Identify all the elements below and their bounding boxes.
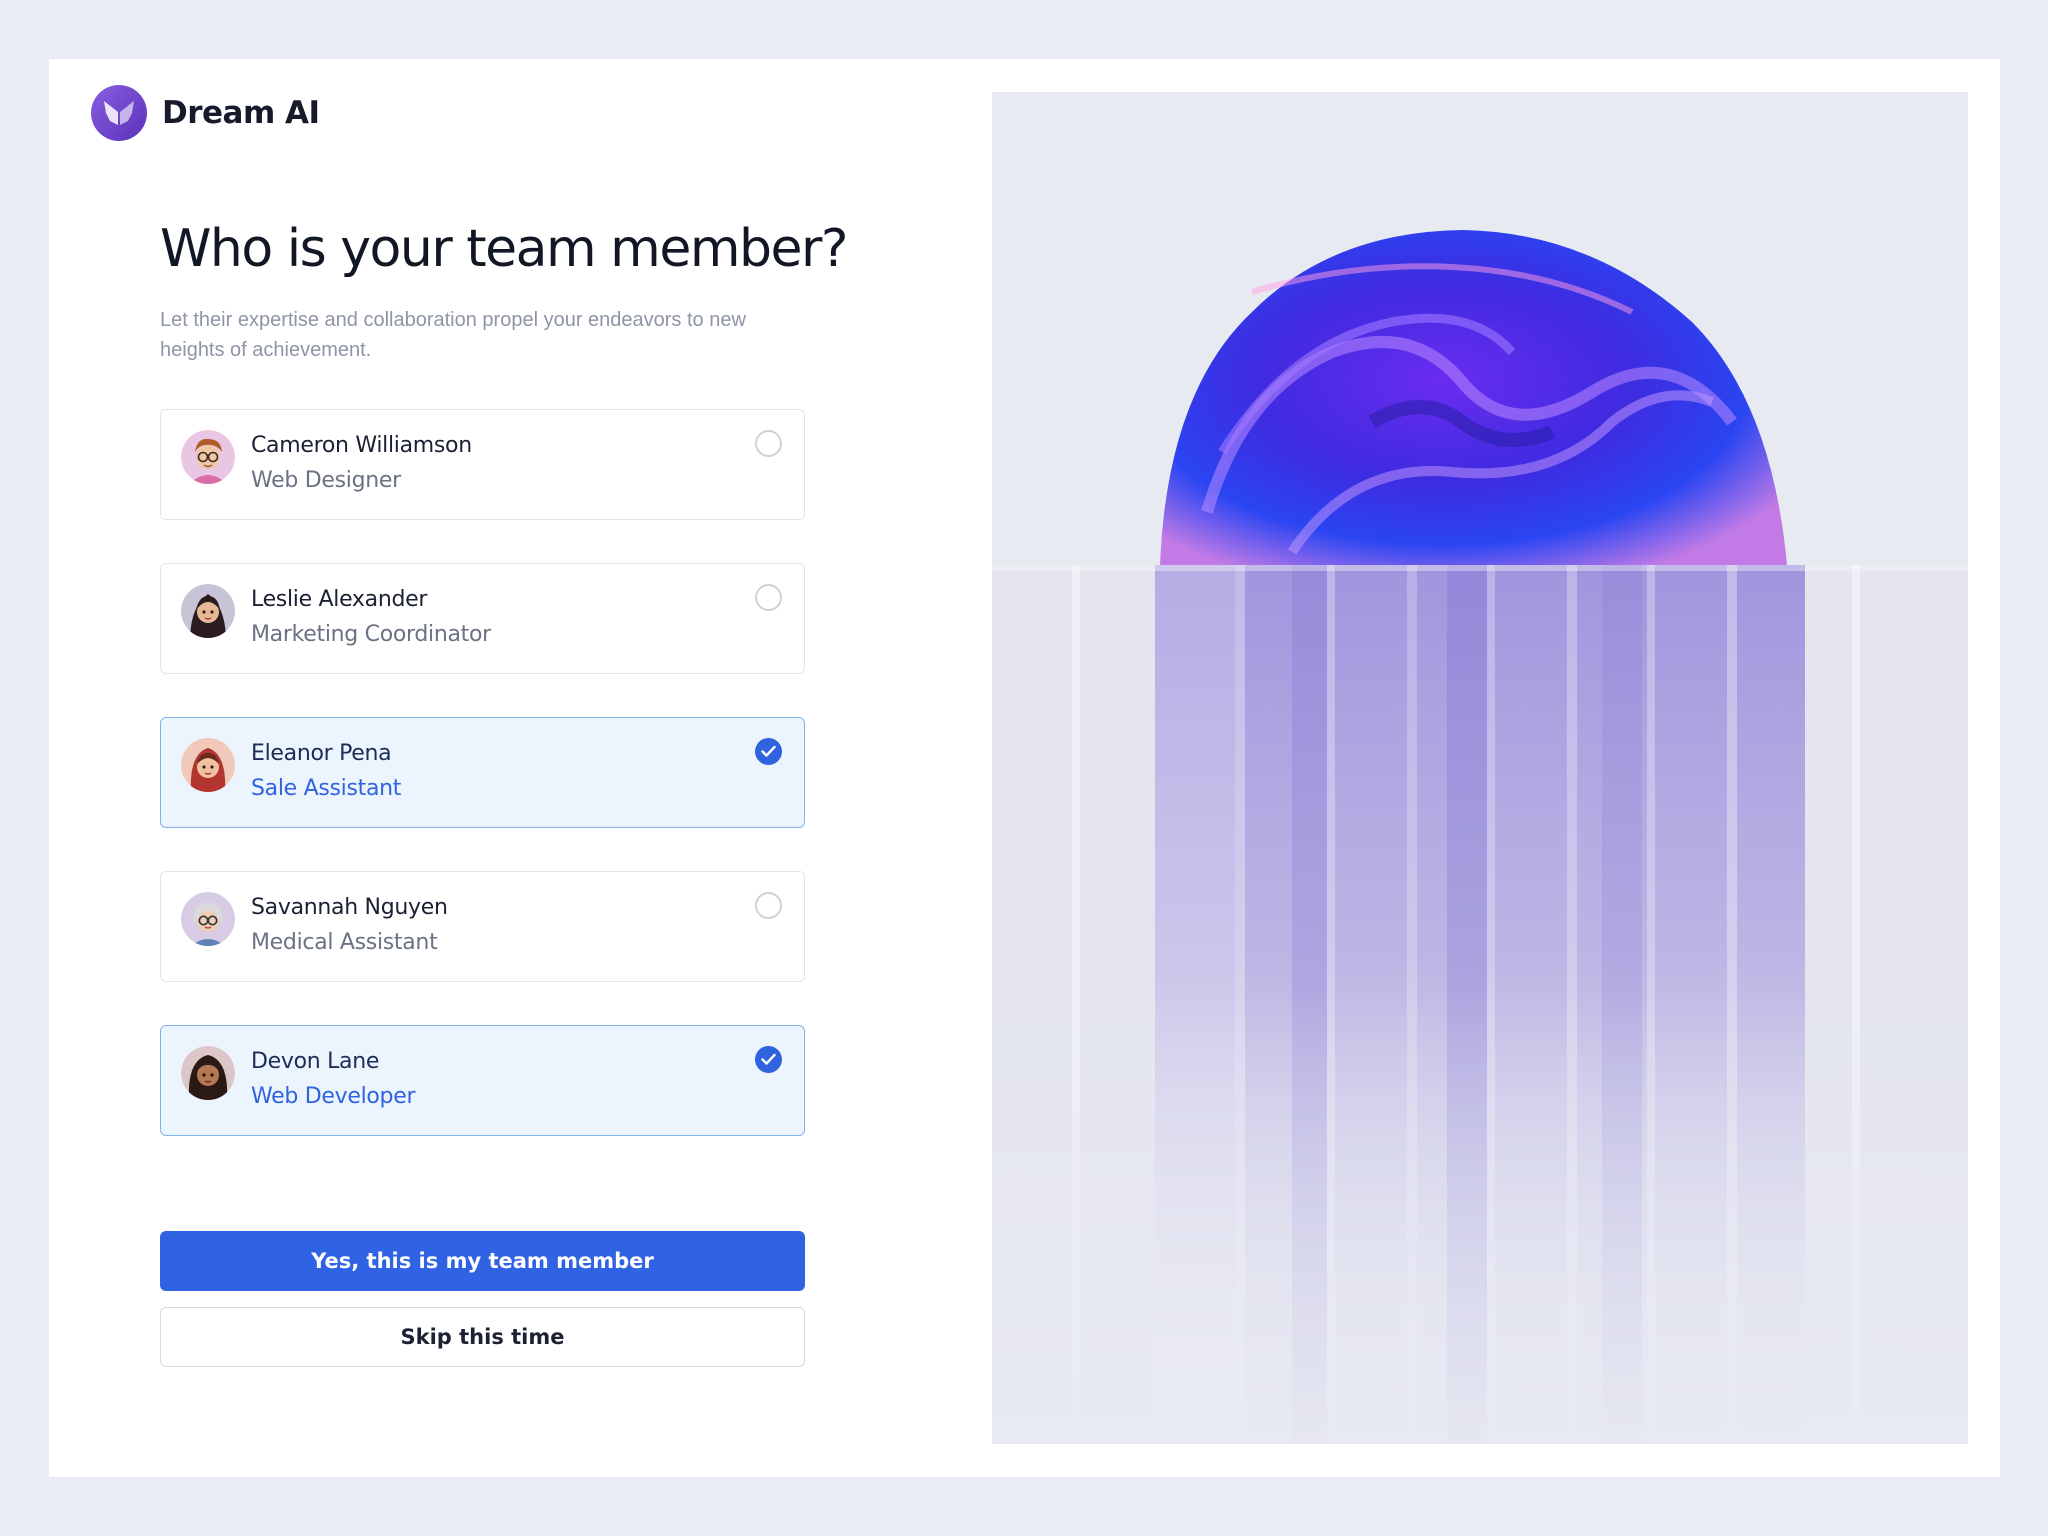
member-option-cameron-williamson[interactable]: Cameron Williamson Web Designer xyxy=(160,409,805,520)
member-role: Medical Assistant xyxy=(251,930,438,955)
radio-button[interactable] xyxy=(755,584,782,611)
brand-name: Dream AI xyxy=(162,95,320,131)
member-option-devon-lane[interactable]: Devon Lane Web Developer xyxy=(160,1025,805,1136)
member-role: Sale Assistant xyxy=(251,776,402,801)
member-option-eleanor-pena[interactable]: Eleanor Pena Sale Assistant xyxy=(160,717,805,828)
radio-button[interactable] xyxy=(755,738,782,765)
member-option-leslie-alexander[interactable]: Leslie Alexander Marketing Coordinator xyxy=(160,563,805,674)
brand: Dream AI xyxy=(91,85,320,141)
page-title: Who is your team member? xyxy=(160,219,848,279)
skip-button[interactable]: Skip this time xyxy=(160,1307,805,1367)
avatar xyxy=(181,738,235,792)
avatar xyxy=(181,584,235,638)
onboarding-card: Dream AI Who is your team member? Let th… xyxy=(49,59,2000,1477)
avatar xyxy=(181,1046,235,1100)
avatar xyxy=(181,430,235,484)
radio-button[interactable] xyxy=(755,430,782,457)
member-name: Cameron Williamson xyxy=(251,433,472,458)
member-name: Eleanor Pena xyxy=(251,741,392,766)
member-name: Savannah Nguyen xyxy=(251,895,448,920)
member-name: Devon Lane xyxy=(251,1049,380,1074)
avatar xyxy=(181,892,235,946)
confirm-team-member-button[interactable]: Yes, this is my team member xyxy=(160,1231,805,1291)
checkmark-icon xyxy=(761,745,776,757)
member-name: Leslie Alexander xyxy=(251,587,428,612)
hero-illustration xyxy=(992,92,1968,1444)
member-role: Marketing Coordinator xyxy=(251,622,491,647)
butterfly-logo-icon xyxy=(91,85,147,141)
radio-button[interactable] xyxy=(755,1046,782,1073)
member-role: Web Designer xyxy=(251,468,401,493)
member-role: Web Developer xyxy=(251,1084,416,1109)
radio-button[interactable] xyxy=(755,892,782,919)
member-option-savannah-nguyen[interactable]: Savannah Nguyen Medical Assistant xyxy=(160,871,805,982)
checkmark-icon xyxy=(761,1053,776,1065)
team-member-list: Cameron Williamson Web Designer Leslie A… xyxy=(160,409,805,1179)
page-subtitle: Let their expertise and collaboration pr… xyxy=(160,309,746,361)
